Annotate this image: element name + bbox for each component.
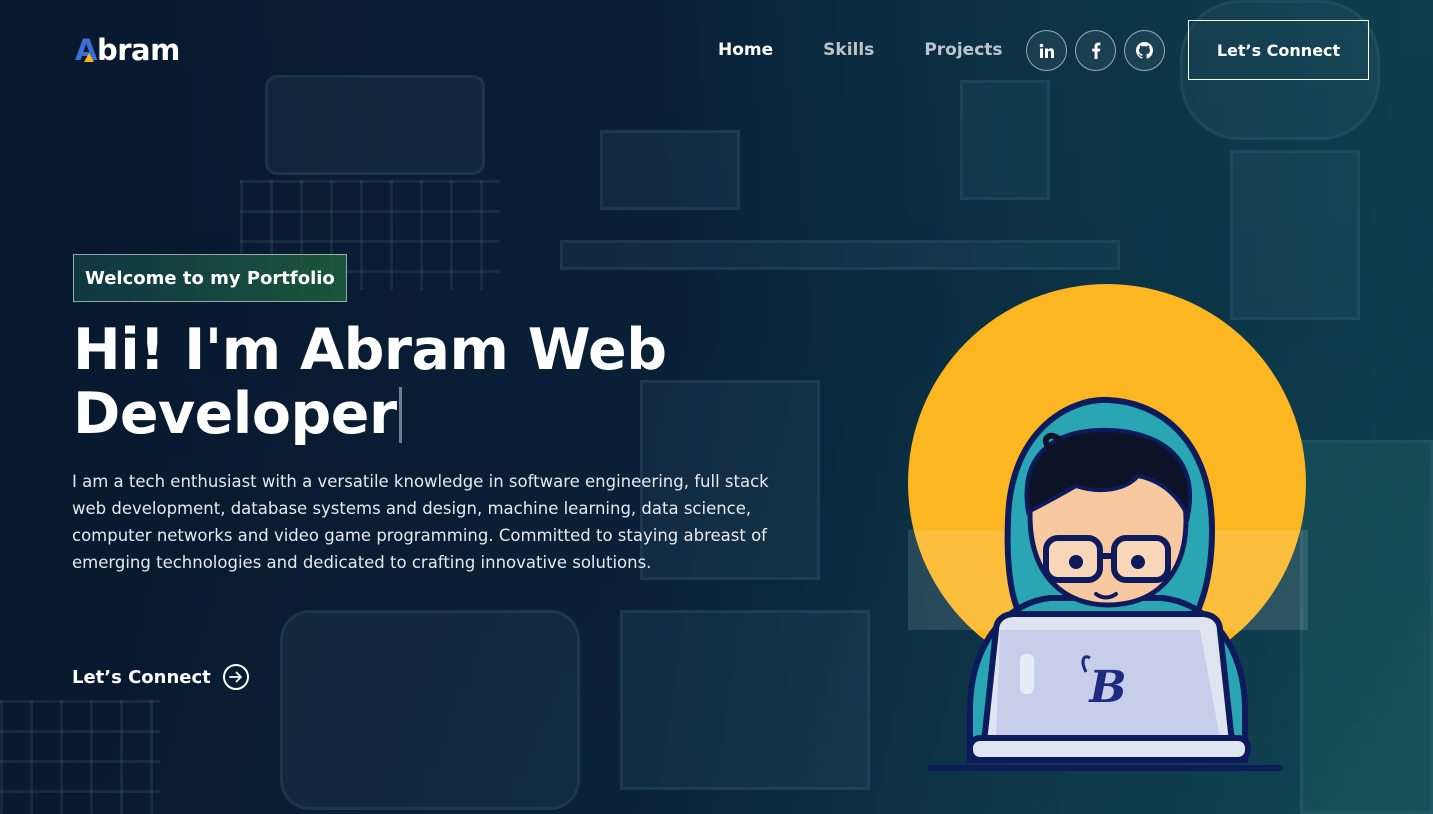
navbar: Abram Home Skills Projects Let’s Connect (0, 0, 1433, 100)
nav-link-home[interactable]: Home (718, 40, 773, 60)
typing-cursor (398, 387, 402, 443)
hero-lets-connect-link[interactable]: Let’s Connect (72, 664, 249, 690)
logo-initial: A (75, 33, 97, 67)
arrow-right-circle-icon (222, 664, 249, 690)
bio-paragraph: I am a tech enthusiast with a versatile … (72, 472, 769, 572)
lets-connect-button[interactable]: Let’s Connect (1188, 20, 1369, 80)
logo[interactable]: Abram (75, 33, 180, 67)
welcome-tagline: Welcome to my Portfolio (73, 254, 347, 302)
facebook-icon[interactable] (1075, 30, 1116, 71)
headline-line-2: Developer (73, 381, 397, 447)
nav-link-skills[interactable]: Skills (823, 40, 874, 60)
laptop-logo: B (1087, 662, 1126, 713)
nav-link-projects[interactable]: Projects (924, 40, 1002, 60)
page-title: Hi! I'm Abram Web Developer (73, 318, 713, 446)
github-icon[interactable] (1124, 30, 1165, 71)
nav-links: Home Skills Projects (718, 40, 1003, 60)
logo-text: bram (96, 33, 180, 67)
linkedin-icon[interactable] (1026, 30, 1067, 71)
headline-line-1: Hi! I'm Abram Web (73, 317, 667, 383)
hero-cta-label: Let’s Connect (72, 666, 211, 688)
social-links (1026, 30, 1165, 71)
developer-illustration: B (900, 280, 1320, 780)
